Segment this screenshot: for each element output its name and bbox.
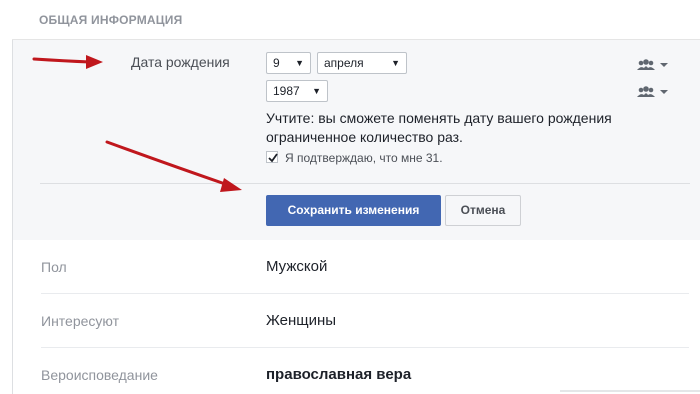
date-privacy-selector[interactable] [635,57,669,73]
info-row-religion[interactable]: Вероисповедание православная вера [12,348,700,394]
age-confirm-checkbox[interactable] [266,151,278,163]
day-value: 9 [273,56,280,70]
cancel-button[interactable]: Отмена [445,195,521,226]
chevron-down-icon: ▼ [391,58,400,68]
checkmark-icon [268,153,278,163]
birthday-edit-panel: Дата рождения 9 ▼ апреля ▼ 1987 ▼ Учтите… [12,40,700,240]
row-value: православная вера [266,366,412,383]
chevron-down-icon: ▼ [312,86,321,96]
row-label: Вероисповедание [41,367,158,383]
save-changes-button[interactable]: Сохранить изменения [266,195,441,226]
section-header: ОБЩАЯ ИНФОРМАЦИЯ [12,0,700,40]
row-value: Женщины [266,312,337,329]
info-row-interested-in[interactable]: Интересуют Женщины [12,294,700,348]
year-select[interactable]: 1987 ▼ [266,80,328,102]
year-value: 1987 [273,84,300,98]
section-title: ОБЩАЯ ИНФОРМАЦИЯ [39,13,183,27]
row-label: Интересуют [41,313,120,329]
info-row-gender[interactable]: Пол Мужской [12,240,700,294]
panel-divider [40,183,690,184]
age-confirm-text: Я подтверждаю, что мне 31. [285,151,443,165]
month-select[interactable]: апреля ▼ [317,52,407,74]
row-label: Пол [41,259,67,275]
row-value: Мужской [266,258,328,275]
friends-audience-icon [637,59,668,70]
page-edge [560,390,700,392]
birthday-label: Дата рождения [131,54,230,70]
day-select[interactable]: 9 ▼ [266,52,311,74]
month-value: апреля [324,56,364,70]
birthday-change-note: Учтите: вы сможете поменять дату вашего … [266,110,612,145]
chevron-down-icon: ▼ [295,58,304,68]
friends-audience-icon [637,86,668,97]
year-privacy-selector[interactable] [635,84,669,100]
